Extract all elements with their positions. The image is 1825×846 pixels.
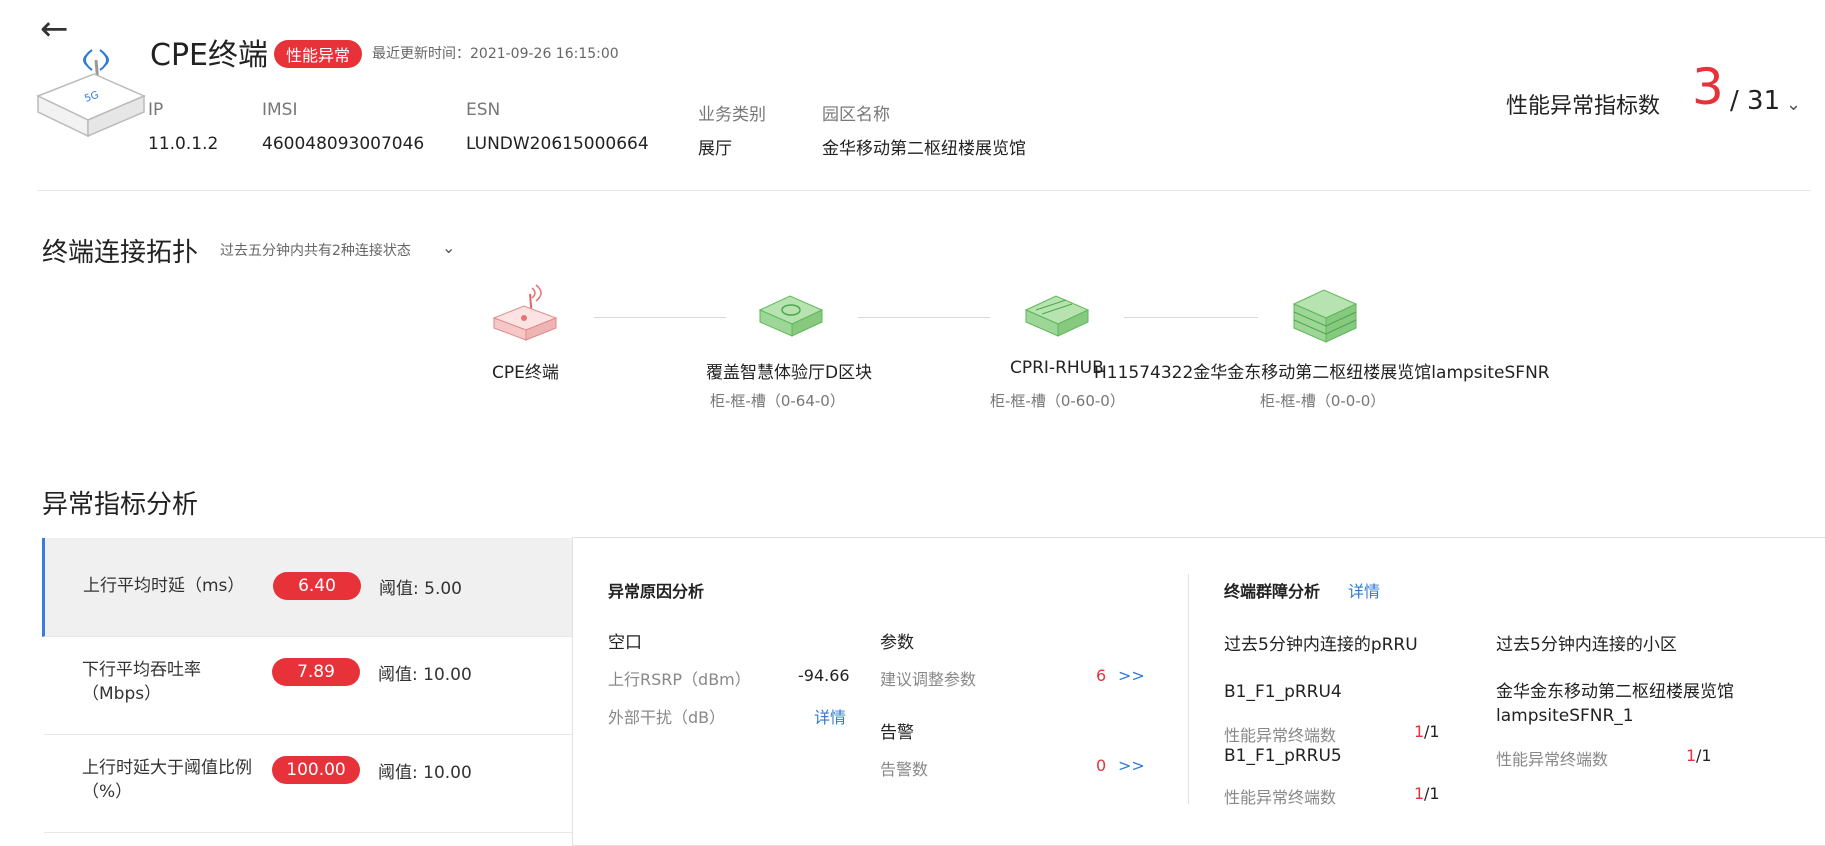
prru-heading: 过去5分钟内连接的pRRU: [1224, 635, 1418, 655]
topology-node-sub: 柜-框-槽（0-0-0）: [1260, 392, 1386, 410]
analysis-title: 异常指标分析: [42, 490, 199, 520]
update-time: 最近更新时间：2021-09-26 16:15:00: [372, 46, 619, 62]
business-type-label: 业务类别: [698, 105, 766, 125]
metric-row-ul-delay[interactable]: 上行平均时延（ms） 6.40 阈值: 5.00: [42, 538, 575, 637]
prru-name: B1_F1_pRRU4: [1224, 682, 1342, 702]
alarm-count-label: 告警数: [880, 760, 929, 779]
chevron-down-icon[interactable]: ⌄: [442, 238, 455, 257]
park-name-label: 园区名称: [822, 105, 890, 125]
page-title: CPE终端: [150, 38, 268, 73]
prru-abnormal-count: 1: [1414, 722, 1425, 741]
chevron-down-icon[interactable]: ⌄: [1786, 94, 1801, 115]
cell-abnormal-label: 性能异常终端数: [1496, 750, 1609, 769]
rsrp-label: 上行RSRP（dBm）: [608, 670, 751, 689]
esn-label: ESN: [466, 100, 501, 120]
prru-name: B1_F1_pRRU5: [1224, 746, 1342, 766]
business-type-value: 展厅: [698, 139, 732, 159]
prru-abnormal-total: /1: [1424, 722, 1440, 741]
metric-value-pill: 100.00: [272, 756, 360, 784]
prru-abnormal-label: 性能异常终端数: [1224, 788, 1337, 807]
suggested-params-count: 6: [1096, 666, 1107, 685]
topology-node-label: CPRI-RHUB: [1010, 358, 1104, 378]
metric-name: 上行时延大于阈值比例（%）: [82, 758, 252, 802]
metric-threshold: 阈值: 10.00: [378, 763, 472, 783]
topology-node-label: CPE终端: [492, 363, 559, 383]
cpe-node-icon[interactable]: [490, 282, 560, 350]
alarm-title: 告警: [880, 723, 914, 743]
metric-name: 上行平均时延（ms）: [83, 576, 245, 596]
status-badge: 性能异常: [274, 40, 363, 68]
rhub-node-icon[interactable]: [1022, 288, 1092, 348]
coverage-node-icon[interactable]: [756, 288, 826, 348]
topology-link: [594, 317, 726, 318]
topology-node-label: 覆盖智慧体验厅D区块: [706, 363, 873, 383]
air-interface-title: 空口: [608, 633, 642, 653]
metric-value-pill: 7.89: [272, 658, 360, 686]
metric-threshold: 阈值: 10.00: [378, 665, 472, 685]
ip-value: 11.0.1.2: [148, 134, 219, 154]
prru-abnormal-count: 1: [1414, 784, 1425, 803]
metric-row-dl-throughput[interactable]: 下行平均吞吐率（Mbps） 7.89 阈值: 10.00: [44, 636, 574, 735]
imsi-value: 460048093007046: [262, 134, 425, 154]
alarm-more-link[interactable]: >>: [1118, 756, 1145, 775]
interference-label: 外部干扰（dB）: [608, 708, 726, 727]
cell-abnormal-count: 1: [1686, 746, 1697, 765]
esn-value: LUNDW20615000664: [466, 134, 649, 154]
topology-link: [858, 317, 990, 318]
metric-row-ul-delay-ratio[interactable]: 上行时延大于阈值比例（%） 100.00 阈值: 10.00: [44, 734, 574, 833]
cause-analysis-title: 异常原因分析: [608, 582, 705, 601]
metric-value-pill: 6.40: [273, 572, 361, 600]
suggested-params-more-link[interactable]: >>: [1118, 666, 1145, 685]
prru-abnormal-total: /1: [1424, 784, 1440, 803]
perf-abnormal-label: 性能异常指标数: [1506, 94, 1661, 119]
metric-threshold: 阈值: 5.00: [379, 579, 462, 599]
interference-detail-link[interactable]: 详情: [814, 704, 846, 728]
alarm-count: 0: [1096, 756, 1107, 775]
cell-abnormal-total: /1: [1696, 746, 1712, 765]
panel-divider: [1188, 574, 1189, 804]
rsrp-value: -94.66: [798, 666, 850, 685]
topology-node-label: H11574322金华金东移动第二枢纽楼展览馆lampsiteSFNR: [1094, 363, 1550, 383]
topology-link: [1124, 317, 1258, 318]
suggested-params-label: 建议调整参数: [880, 670, 977, 689]
prru-abnormal-label: 性能异常终端数: [1224, 726, 1337, 745]
perf-abnormal-count: 3: [1692, 58, 1724, 116]
perf-total-count: / 31: [1730, 86, 1781, 116]
ip-label: IP: [148, 100, 164, 120]
park-name-value: 金华移动第二枢纽楼展览馆: [822, 139, 1026, 159]
topology-node-sub: 柜-框-槽（0-64-0）: [710, 392, 845, 410]
bbu-node-icon[interactable]: [1290, 284, 1360, 352]
topology-subtitle: 过去五分钟内共有2种连接状态: [220, 243, 411, 259]
imsi-label: IMSI: [262, 100, 298, 120]
parameter-title: 参数: [880, 633, 914, 653]
cpe-device-icon: 5G: [34, 36, 154, 146]
group-fault-detail-link[interactable]: 详情: [1348, 578, 1380, 602]
cell-name: 金华金东移动第二枢纽楼展览馆lampsiteSFNR_1: [1496, 682, 1734, 726]
cell-heading: 过去5分钟内连接的小区: [1496, 635, 1677, 655]
metric-name: 下行平均吞吐率（Mbps）: [82, 660, 201, 704]
group-fault-title: 终端群障分析: [1224, 582, 1321, 601]
header-divider: [38, 190, 1810, 191]
topology-node-sub: 柜-框-槽（0-60-0）: [990, 392, 1125, 410]
topology-title: 终端连接拓扑: [42, 238, 199, 268]
